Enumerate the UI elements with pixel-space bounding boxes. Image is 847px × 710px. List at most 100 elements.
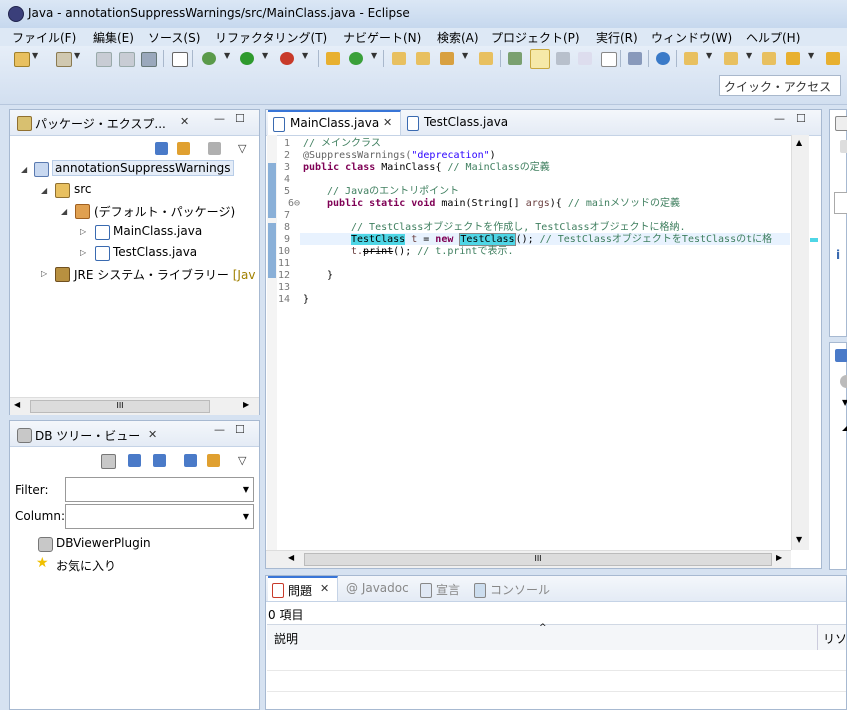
scroll-thumb[interactable]: III (30, 400, 210, 413)
menu-project[interactable]: プロジェクト(P) (491, 29, 580, 46)
globe-icon[interactable] (656, 52, 670, 65)
link-with-editor-icon[interactable] (177, 142, 190, 155)
code-line-10[interactable]: t.print(); // t.printで表示. (351, 246, 513, 258)
quick-access-input[interactable]: クイック・アクセス (719, 75, 841, 96)
search-brush-icon[interactable] (440, 52, 454, 65)
export-icon[interactable] (153, 454, 166, 467)
tree-project[interactable]: annotationSuppressWarnings (52, 160, 234, 176)
open-task-icon[interactable] (479, 52, 493, 65)
tree-testclass[interactable]: TestClass.java (113, 245, 197, 259)
task-filter-input[interactable] (834, 192, 847, 214)
print-icon[interactable] (141, 52, 157, 67)
back-icon[interactable] (786, 52, 800, 65)
close-icon[interactable]: ✕ (180, 115, 189, 128)
tab-problems[interactable]: 問題 ✕ (268, 576, 338, 601)
scroll-down-icon[interactable]: ▼ (796, 535, 802, 544)
show-whitespace-icon[interactable] (578, 52, 592, 65)
filter-icon[interactable] (208, 142, 221, 155)
view-menu-icon[interactable]: ▽ (238, 454, 246, 467)
save-all-icon[interactable] (119, 52, 135, 67)
maximize-icon[interactable]: ☐ (796, 112, 806, 125)
outline-icon[interactable] (835, 116, 847, 131)
save-icon[interactable] (96, 52, 112, 67)
tab-package-explorer[interactable]: パッケージ・エクスプ... (35, 115, 166, 132)
tab-mainclass[interactable]: MainClass.java ✕ (268, 110, 401, 135)
next-annotation-icon[interactable] (684, 52, 698, 65)
menu-search[interactable]: 検索(A) (437, 29, 479, 46)
menu-help[interactable]: ヘルプ(H) (746, 29, 800, 46)
scroll-left-icon[interactable]: ◀ (288, 553, 294, 562)
pin-icon[interactable] (628, 52, 642, 65)
tree-favorites[interactable]: お気に入り (56, 557, 116, 574)
external-tools-dropdown-icon[interactable]: ▼ (302, 51, 308, 60)
code-line-1[interactable]: // メインクラス (303, 138, 381, 150)
collapse-all-icon[interactable] (184, 454, 197, 467)
tab-declaration[interactable]: 宣言 (436, 581, 460, 598)
code-line-5[interactable]: // Javaのエントリポイント (327, 186, 459, 198)
column-description[interactable]: 説明 (274, 630, 298, 647)
expanded-icon[interactable]: ◢ (21, 165, 27, 174)
menu-navigate[interactable]: ナビゲート(N) (343, 29, 421, 46)
column-resource[interactable]: リソ (823, 630, 847, 647)
new-class-icon[interactable] (349, 52, 363, 65)
code-line-6[interactable]: public static void main(String[] args){ … (327, 198, 680, 210)
menu-file[interactable]: ファイル(F) (12, 29, 76, 46)
collapsed-icon[interactable]: ▷ (41, 269, 47, 278)
scroll-thumb[interactable]: III (304, 553, 772, 566)
code-line-12[interactable]: } (327, 270, 333, 282)
new-java-project-icon[interactable] (326, 52, 340, 65)
tree-default-package[interactable]: (デフォルト・パッケージ) (94, 203, 235, 220)
code-line-9[interactable]: TestClass t = new TestClass(); // TestCl… (351, 233, 772, 246)
tree-jre[interactable]: JRE システム・ライブラリー [Jav (74, 266, 255, 283)
forward-icon[interactable] (826, 52, 840, 65)
scroll-right-icon[interactable]: ▶ (776, 553, 782, 562)
open-type-icon[interactable] (392, 52, 406, 65)
chevron-down-icon[interactable]: ▼ (842, 398, 847, 407)
filter-select[interactable]: ▼ (65, 477, 254, 502)
new-package-dropdown-icon[interactable]: ▼ (74, 51, 80, 60)
vertical-scrollbar[interactable]: ▲ ▼ (791, 135, 809, 550)
new-dropdown-icon[interactable]: ▼ (32, 51, 38, 60)
highlight-occurrences-icon[interactable] (530, 49, 550, 69)
horizontal-scrollbar[interactable]: ◀ III ▶ (10, 397, 259, 415)
maximize-icon[interactable]: ☐ (235, 423, 245, 436)
tree-dbviewerplugin[interactable]: DBViewerPlugin (56, 536, 151, 550)
run-dropdown-icon[interactable]: ▼ (262, 51, 268, 60)
run-icon[interactable] (240, 52, 254, 65)
last-edit-icon[interactable] (762, 52, 776, 65)
next-annotation-dropdown-icon[interactable]: ▼ (706, 51, 712, 60)
menu-run[interactable]: 実行(R) (596, 29, 638, 46)
chevron-down-icon[interactable]: ▼ (243, 485, 249, 494)
view-menu-icon[interactable]: ▽ (238, 142, 246, 155)
external-tools-icon[interactable] (280, 52, 294, 65)
line-number[interactable]: 6⊖ (276, 198, 300, 210)
search-dropdown-icon[interactable]: ▼ (462, 51, 468, 60)
expanded-icon[interactable]: ◢ (41, 186, 47, 195)
link-icon[interactable] (207, 454, 220, 467)
tab-db-tree[interactable]: DB ツリー・ビュー (35, 427, 140, 444)
database-add-icon[interactable] (101, 454, 116, 469)
scroll-left-icon[interactable]: ◀ (14, 400, 20, 409)
expanded-icon[interactable]: ◢ (842, 423, 847, 432)
minimize-icon[interactable]: — (214, 112, 225, 125)
close-icon[interactable]: ✕ (148, 428, 157, 441)
menu-refactor[interactable]: リファクタリング(T) (215, 29, 327, 46)
prev-annotation-icon[interactable] (724, 52, 738, 65)
tab-javadoc[interactable]: @ Javadoc (346, 581, 409, 595)
new-package-icon[interactable] (56, 52, 72, 67)
back-dropdown-icon[interactable]: ▼ (808, 51, 814, 60)
debug-dropdown-icon[interactable]: ▼ (224, 51, 230, 60)
minimize-icon[interactable]: — (774, 112, 785, 125)
tab-console[interactable]: コンソール (490, 581, 550, 598)
minimize-icon[interactable]: — (214, 423, 225, 436)
tree-mainclass[interactable]: MainClass.java (113, 224, 202, 238)
binary-icon[interactable] (172, 52, 188, 67)
code-line-2[interactable]: @SuppressWarnings("deprecation") (303, 150, 496, 162)
scroll-up-icon[interactable]: ▲ (796, 138, 802, 147)
code-line-3[interactable]: public class MainClass{ // MainClassの定義 (303, 162, 550, 174)
scroll-right-icon[interactable]: ▶ (243, 400, 249, 409)
collapsed-icon[interactable]: ▷ (80, 227, 86, 236)
tree-src[interactable]: src (74, 182, 92, 196)
debug-icon[interactable] (202, 52, 216, 65)
import-icon[interactable] (128, 454, 141, 467)
